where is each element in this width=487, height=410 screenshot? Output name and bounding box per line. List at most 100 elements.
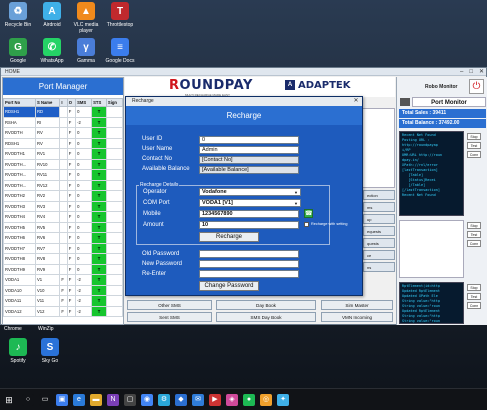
stop-button-3[interactable]: Stop [467,284,481,291]
table-row[interactable]: VODA11 V11 F F -2 T [3,295,124,307]
table-row[interactable]: RVODTH7 RV7 F 0 T [3,242,124,254]
desktop-icon-b-0[interactable]: G Google [0,38,36,64]
side-menu-button[interactable]: ns [363,262,395,272]
taskbar-app3-icon[interactable]: ◆ [175,394,187,406]
reenter-password-input[interactable] [199,270,299,278]
table-row[interactable]: RVODTH... RV12 F 0 T [3,179,124,191]
user-id-field[interactable]: 0 [199,136,299,144]
conn-button-2[interactable]: Conn [467,240,481,247]
conn-button[interactable]: Conn [467,151,481,158]
contact-lookup-icon[interactable]: ☎ [304,209,313,218]
desktop-icon-b-1[interactable]: ✆ WhatsApp [34,38,70,64]
desktop-icon-c-1[interactable]: S Sky Go [32,338,68,364]
column-header[interactable]: Port No [3,98,36,107]
table-row[interactable]: RVODTH RV F 0 T [3,127,124,139]
table-row[interactable]: VODA1 V1 F F -2 T [3,274,124,286]
table-cell: T [91,190,107,202]
table-row[interactable]: RVODTH2 RV2 F 0 T [3,190,124,202]
recharge-button[interactable]: Recharge [199,232,259,242]
com-port-select[interactable]: VODA1 [V1] ▼ [199,199,301,207]
operator-select[interactable]: Vodafone ▼ [199,188,301,196]
icon-label: Airdroid [43,22,61,28]
maximize-button[interactable]: □ [469,68,473,76]
test-button-2[interactable]: Test [467,231,481,238]
bottom-menu-button[interactable]: Day Book [216,300,316,310]
old-password-input[interactable] [199,250,299,258]
column-header[interactable]: SMS [75,98,93,107]
column-header[interactable]: STS [91,98,107,107]
taskbar-store-icon[interactable]: ▣ [56,394,68,406]
side-menu-button[interactable]: equests [363,226,395,236]
taskbar-search-icon[interactable]: ○ [22,394,34,406]
change-password-button[interactable]: Change Password [199,281,259,291]
mobile-input[interactable]: 1234567890 [199,210,299,218]
column-header[interactable]: O [66,98,77,107]
table-row[interactable]: RVODTH... RV10 F 0 T [3,158,124,170]
taskbar-explorer-icon[interactable]: ▬ [90,394,102,406]
taskbar-app1-icon[interactable]: ▢ [124,394,136,406]
desktop-icon-0[interactable]: ♻ Recycle Bin [0,2,36,28]
conn-button-3[interactable]: Conn [467,302,481,309]
close-button[interactable]: ✕ [479,68,484,76]
contact-label: Contact No [142,156,173,162]
table-cell [59,211,68,223]
bottom-menu-button[interactable]: SMS Day Book [216,312,316,322]
start-icon[interactable]: ⊞ [3,394,15,406]
bottom-menu-button[interactable]: VMN Incoming [321,312,393,322]
bottom-menu-button[interactable]: Other SMS [127,300,212,310]
bottom-menu-button[interactable]: Sent SMS [127,312,212,322]
bottom-menu-button[interactable]: Sim Master [321,300,393,310]
table-row[interactable]: RVODTH8 RV8 F 0 T [3,253,124,265]
table-cell [105,242,124,254]
user-name-field[interactable]: Admin [199,146,299,154]
table-row[interactable]: RDSH1 RV F 0 T [3,137,124,149]
taskbar-edge-icon[interactable]: e [73,394,85,406]
taskbar-app6-icon[interactable]: ◈ [226,394,238,406]
desktop-icon-2[interactable]: ▲ VLC media player [68,2,104,34]
taskbar-app5-icon[interactable]: ▶ [209,394,221,406]
desktop-icon-b-3[interactable]: ≡ Google Docs [102,38,138,64]
table-row[interactable]: RDSH1 RD F 0 T [3,106,124,118]
column-header[interactable]: I [59,98,68,107]
desktop-icon-b-2[interactable]: γ Gamma [68,38,104,64]
dialog-close-icon[interactable]: ✕ [352,98,360,105]
side-menu-button[interactable]: ce [363,250,395,260]
desktop-icon-c-0[interactable]: ♪ Spotify [0,338,36,364]
desktop-icon-3[interactable]: T Throttlestop [102,2,138,28]
power-icon[interactable]: ⏻ [469,79,484,94]
taskbar-app9-icon[interactable]: ✦ [277,394,289,406]
new-password-input[interactable] [199,260,299,268]
minimize-button[interactable]: – [460,68,463,76]
side-menu-button[interactable]: quests [363,238,395,248]
table-row[interactable]: RVODTH3 RV3 F 0 T [3,200,124,212]
table-row[interactable]: RVODTH9 RV9 F 0 T [3,263,124,275]
taskbar-chrome-icon[interactable]: ◉ [141,394,153,406]
setting-checkbox[interactable] [304,222,309,227]
taskbar-onenote-icon[interactable]: N [107,394,119,406]
side-menu-button[interactable]: ms [363,202,395,212]
amount-input[interactable]: 10 [199,221,299,229]
column-header[interactable]: Sign [105,98,124,107]
taskbar-app2-icon[interactable]: ⚙ [158,394,170,406]
stop-button-2[interactable]: Stop [467,222,481,229]
test-button-3[interactable]: Test [467,293,481,300]
taskbar-app8-icon[interactable]: ◎ [260,394,272,406]
table-cell: RV8 [34,253,61,265]
table-row[interactable]: RVODTH6 RV6 F 0 T [3,232,124,244]
taskbar-taskview-icon[interactable]: ▭ [39,394,51,406]
column-header[interactable]: S Name [34,98,61,107]
table-row[interactable]: RVODTH1 RV1 F 0 T [3,148,124,160]
test-button[interactable]: Test [467,142,481,149]
taskbar-app7-icon[interactable]: ● [243,394,255,406]
table-row[interactable]: VODA12 V12 F F -2 T [3,305,124,317]
desktop-icon-1[interactable]: A Airdroid [34,2,70,28]
side-menu-button[interactable]: ection [363,190,395,200]
table-row[interactable]: VODA10 V10 F F -2 T [3,284,124,296]
table-row[interactable]: RVODTH4 RV4 F 0 T [3,211,124,223]
table-row[interactable]: RVODTH5 RV5 F 0 T [3,221,124,233]
side-menu-button[interactable]: up [363,214,395,224]
taskbar-app4-icon[interactable]: ✉ [192,394,204,406]
stop-button[interactable]: Stop [467,133,481,140]
table-row[interactable]: RVODTH... RV11 F 0 T [3,169,124,181]
table-row[interactable]: RSHA RI F -2 T [3,116,124,128]
